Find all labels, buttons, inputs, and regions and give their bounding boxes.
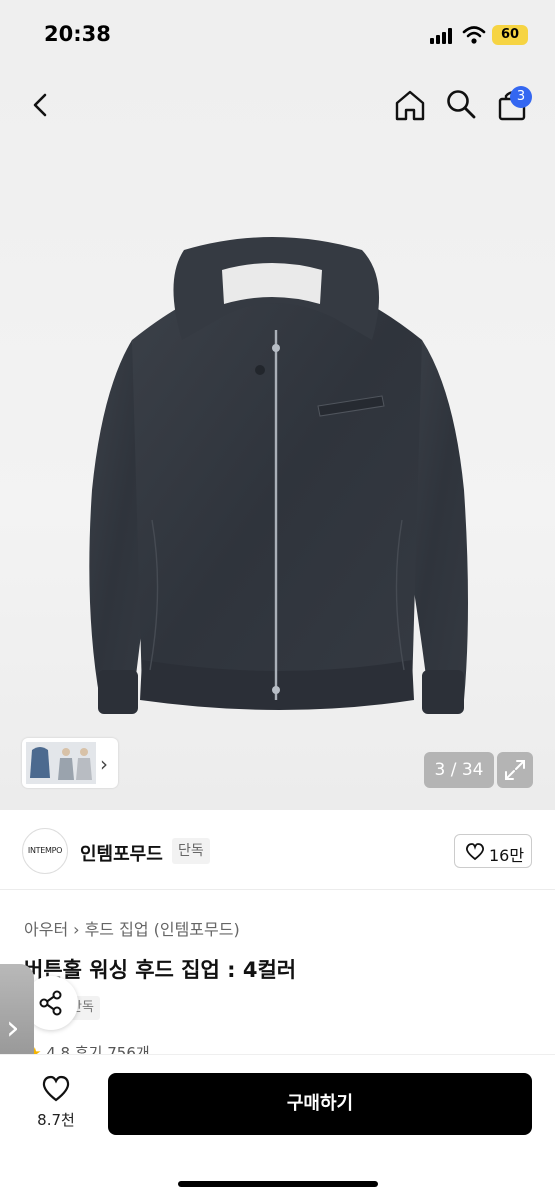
share-icon [39,990,62,1016]
brand-like-button[interactable]: 16만 [454,834,532,868]
status-bar: 20:38 60 [0,0,555,70]
cellular-signal-icon [430,28,454,44]
expand-button[interactable] [497,752,533,788]
home-icon[interactable] [392,87,428,123]
product-gallery[interactable]: 3 › 3 / 34 [0,70,555,810]
breadcrumb-item[interactable]: 아우터 [24,920,68,939]
heart-icon [42,1075,70,1102]
image-counter: 3 / 34 [424,752,494,788]
thumbnail-strip[interactable]: › [22,738,118,788]
heart-icon [466,843,484,861]
battery-indicator: 60 [492,25,528,45]
home-indicator [178,1181,378,1187]
brand-row[interactable]: INTEMPO 인템포무드 단독 16만 [0,810,555,890]
product-image [89,237,468,714]
chevron-right-icon: › [73,920,80,939]
brand-exclusive-tag: 단독 [172,838,210,864]
like-count: 8.7천 [37,1111,75,1129]
battery-level: 60 [500,27,520,42]
breadcrumb: 아우터 › 후드 집업 (인템포무드) [24,916,240,940]
brand-like-count: 16만 [489,846,525,865]
search-icon[interactable] [444,87,478,121]
like-button[interactable]: 8.7천 [30,1075,82,1135]
brand-name[interactable]: 인템포무드 [80,840,163,866]
buy-button[interactable]: 구매하기 [108,1073,532,1135]
expand-icon [505,760,525,780]
brand-logo[interactable]: INTEMPO [22,828,68,874]
status-time: 20:38 [44,22,111,46]
cart-count-badge: 3 [510,86,532,108]
back-icon[interactable] [24,88,58,122]
wifi-icon [462,26,486,44]
bottom-action-bar: 8.7천 구매하기 [0,1054,555,1200]
breadcrumb-item[interactable]: 후드 집업 (인템포무드) [85,920,240,939]
thumbnail-image[interactable] [26,742,96,784]
chevron-right-icon: › [6,1008,20,1048]
chevron-right-icon[interactable]: › [100,752,108,776]
